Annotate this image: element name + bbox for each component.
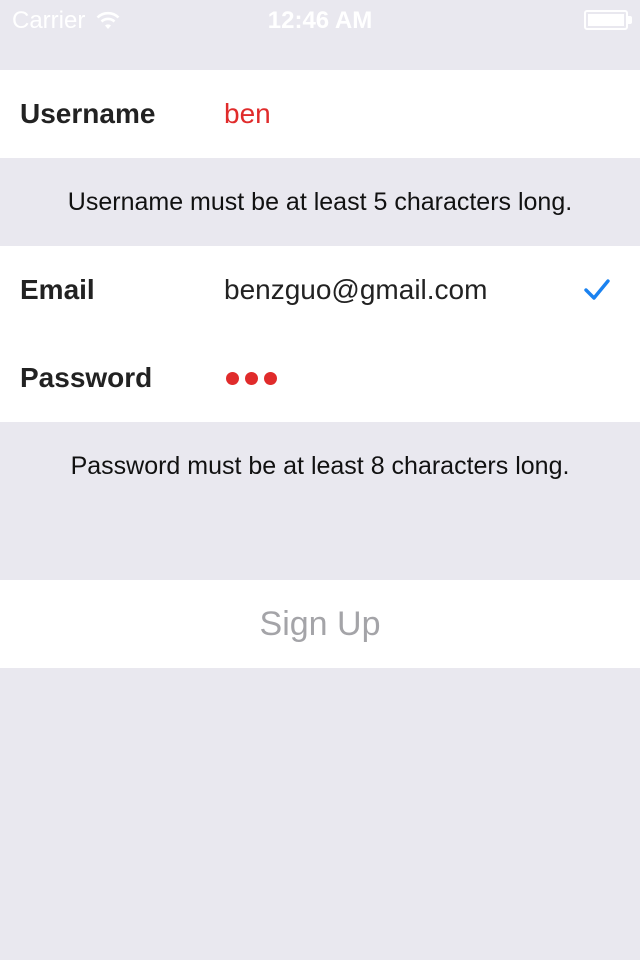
password-label: Password: [20, 362, 153, 393]
password-mask-dot: [245, 371, 258, 385]
password-row[interactable]: Password: [0, 334, 640, 422]
checkmark-icon: [584, 279, 610, 300]
battery-tip: [628, 16, 632, 24]
password-field[interactable]: [226, 334, 277, 422]
email-field[interactable]: benzguo@gmail.com: [224, 246, 487, 334]
password-mask-dot: [264, 371, 277, 385]
username-row[interactable]: Username ben: [0, 70, 640, 158]
status-bar: Carrier 12:46 AM: [0, 0, 640, 40]
status-time: 12:46 AM: [267, 7, 373, 34]
email-label: Email: [20, 274, 95, 305]
battery-icon: [584, 10, 628, 30]
email-row[interactable]: Email benzguo@gmail.com: [0, 246, 640, 334]
username-field[interactable]: ben: [224, 70, 271, 158]
username-label: Username: [20, 98, 156, 129]
sign-up-button[interactable]: Sign Up: [0, 580, 640, 668]
password-error-message: Password must be at least 8 characters l…: [70, 452, 570, 480]
password-mask-dot: [226, 371, 239, 385]
username-error-message: Username must be at least 5 characters l…: [67, 188, 573, 216]
